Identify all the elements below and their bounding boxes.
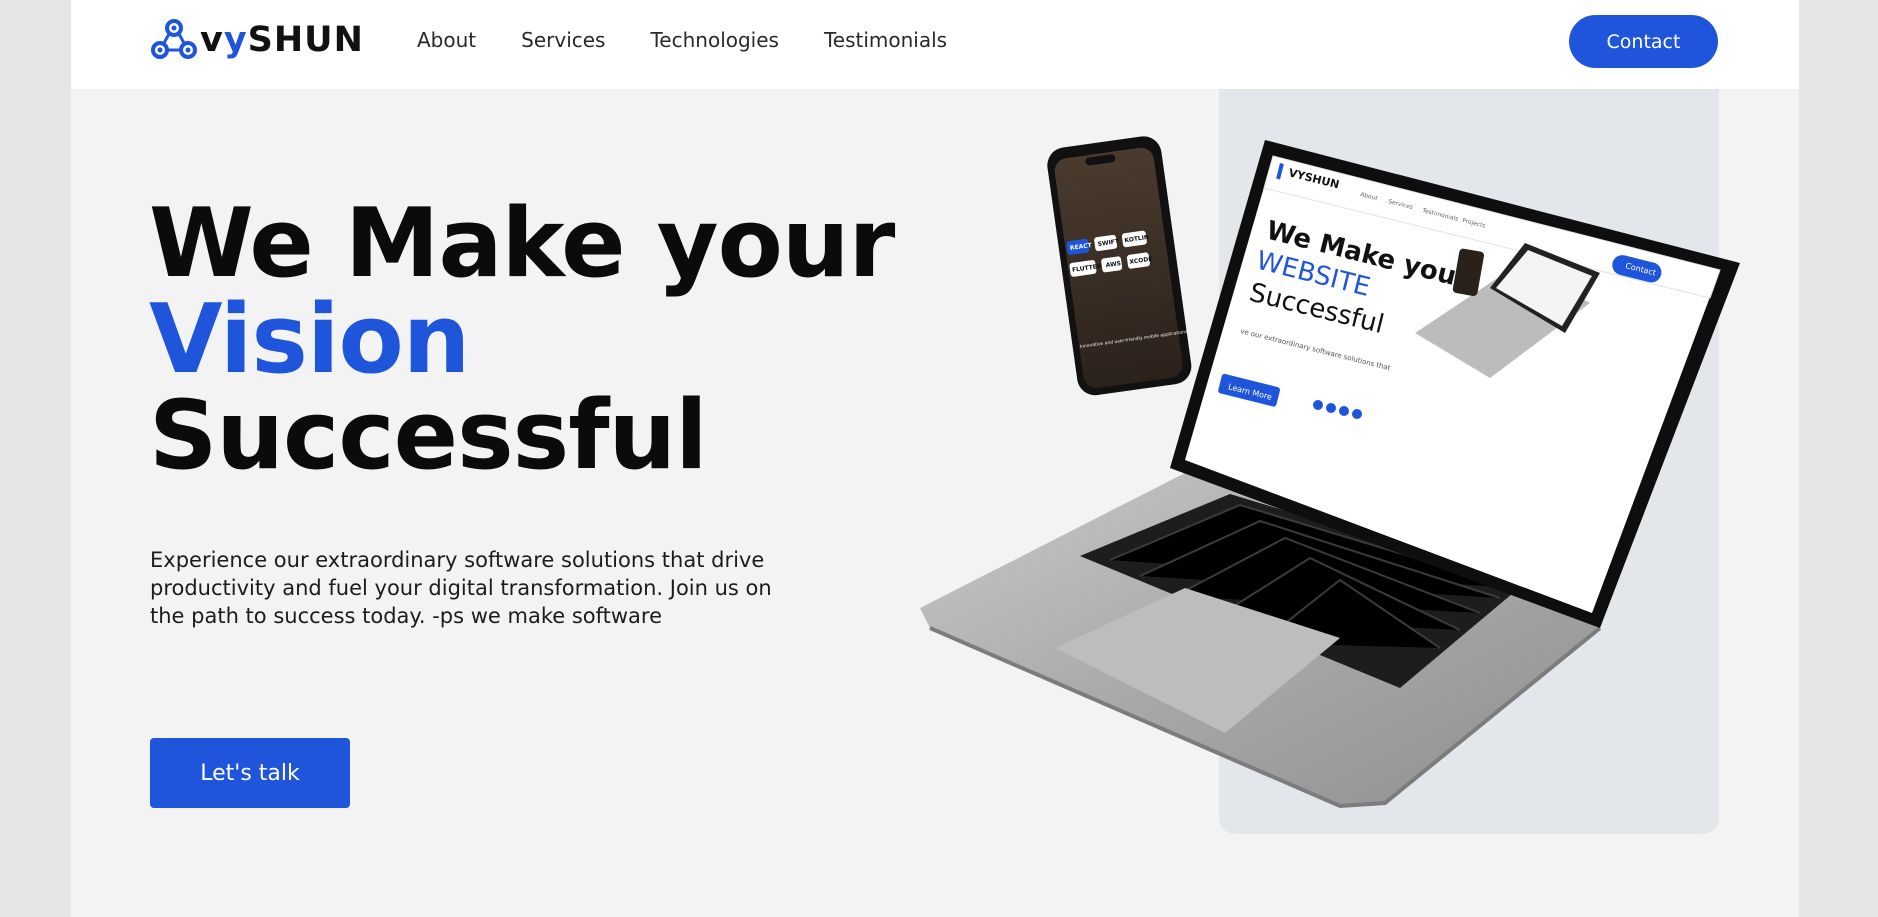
main-nav: About Services Technologies Testimonials (417, 28, 947, 52)
brand-name: vySHUN (200, 19, 364, 60)
nav-link-about[interactable]: About (417, 28, 476, 52)
nav-link-testimonials[interactable]: Testimonials (824, 28, 947, 52)
hero-description: Experience our extraordinary software so… (150, 548, 772, 628)
logo-icon (151, 19, 197, 59)
hero-title: We Make your Vision Successful (149, 196, 895, 484)
hero-title-line1: We Make your (149, 189, 895, 299)
nav-link-services[interactable]: Services (521, 28, 605, 52)
device-mockup-image: VYSHUN About Services Testimonials Proje… (920, 136, 1740, 809)
hero-title-accent: Vision (149, 285, 470, 395)
brand-logo[interactable]: vySHUN (150, 19, 364, 61)
top-navbar: vySHUN About Services Technologies Testi… (71, 0, 1799, 89)
lets-talk-button[interactable]: Let's talk (150, 738, 350, 808)
contact-button[interactable]: Contact (1569, 15, 1718, 68)
nav-link-technologies[interactable]: Technologies (650, 28, 778, 52)
hero-title-line3: Successful (149, 381, 708, 491)
